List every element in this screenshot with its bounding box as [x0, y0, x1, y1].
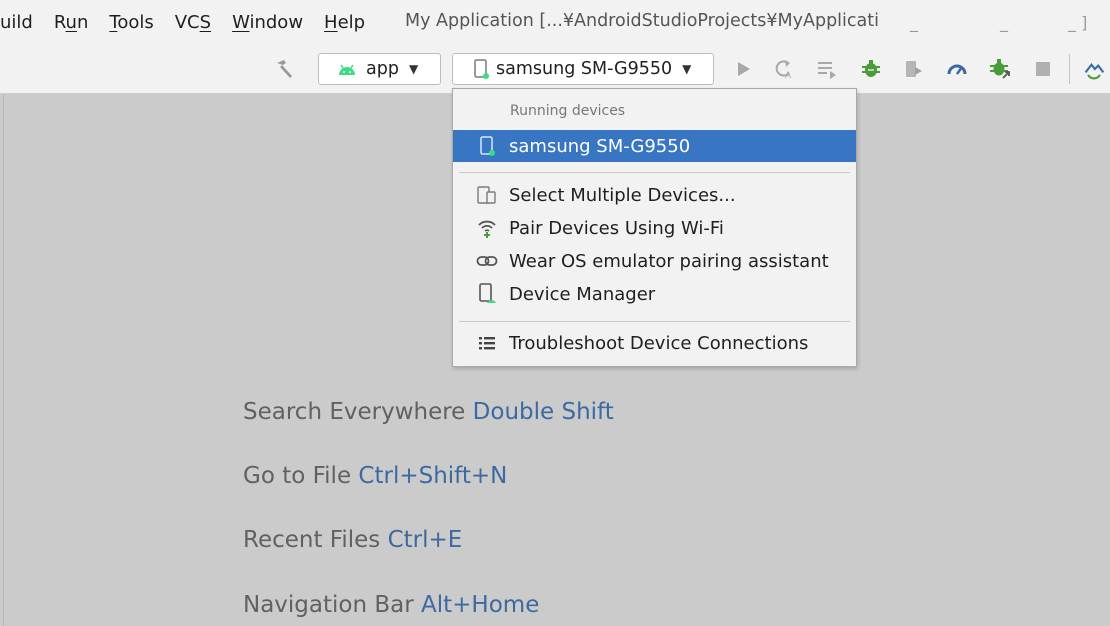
select-multiple-devices-item[interactable]: Select Multiple Devices...	[453, 179, 856, 211]
menu-item-label: Wear OS emulator pairing assistant	[509, 250, 829, 272]
profile-icon[interactable]	[946, 58, 968, 80]
running-devices-header: Running devices	[510, 103, 626, 119]
maximize-button[interactable]: _	[1000, 13, 1008, 32]
chevron-down-icon: ▼	[682, 62, 692, 76]
toolbar-separator	[1069, 54, 1070, 84]
apply-code-changes-icon[interactable]	[816, 58, 838, 80]
run-config-label: app	[366, 59, 399, 79]
device-item-label: samsung SM-G9550	[509, 135, 691, 157]
link-icon	[475, 249, 499, 273]
menu-help[interactable]: Help	[324, 12, 365, 33]
dropdown-separator	[459, 172, 850, 173]
hint-label: Search Everywhere	[243, 399, 466, 425]
hint-recent-files: Recent Files Ctrl+E	[243, 527, 462, 553]
phone-icon	[473, 59, 489, 79]
list-icon	[475, 331, 499, 355]
phone-icon	[475, 134, 499, 158]
multi-device-icon	[475, 183, 499, 207]
hammer-icon[interactable]	[273, 58, 295, 80]
wear-os-pairing-item[interactable]: Wear OS emulator pairing assistant	[453, 245, 856, 277]
minimize-button[interactable]: _	[910, 13, 918, 32]
menu-run[interactable]: Run	[54, 12, 89, 33]
troubleshoot-connections-item[interactable]: Troubleshoot Device Connections	[453, 327, 856, 359]
menu-item-label: Troubleshoot Device Connections	[509, 332, 809, 354]
attach-debugger-icon[interactable]	[989, 58, 1011, 80]
sync-icon[interactable]	[1083, 58, 1105, 80]
apply-changes-icon[interactable]: A	[773, 58, 795, 80]
device-manager-icon	[475, 282, 499, 306]
stop-icon[interactable]	[1032, 58, 1054, 80]
menu-item-label: Device Manager	[509, 283, 656, 305]
hint-shortcut: Double Shift	[472, 399, 614, 425]
menu-window[interactable]: Window	[232, 12, 303, 33]
menu-vcs[interactable]: VCS	[175, 12, 211, 33]
wifi-icon	[475, 216, 499, 240]
run-config-combo[interactable]: app ▼	[318, 53, 441, 85]
hint-search-everywhere: Search Everywhere Double Shift	[243, 399, 614, 425]
android-icon	[337, 62, 357, 76]
hint-shortcut: Ctrl+E	[387, 527, 463, 553]
device-label: samsung SM-G9550	[496, 59, 673, 79]
device-item-samsung[interactable]: samsung SM-G9550	[453, 130, 856, 162]
device-manager-item[interactable]: Device Manager	[453, 278, 856, 310]
menu-item-label: Select Multiple Devices...	[509, 184, 736, 206]
menu-build[interactable]: uild	[0, 12, 33, 33]
pair-devices-wifi-item[interactable]: Pair Devices Using Wi-Fi	[453, 212, 856, 244]
hint-shortcut: Ctrl+Shift+N	[358, 463, 508, 489]
menu-item-label: Pair Devices Using Wi-Fi	[509, 217, 724, 239]
hint-label: Go to File	[243, 463, 352, 489]
hint-navigation-bar: Navigation Bar Alt+Home	[243, 592, 539, 618]
hint-label: Navigation Bar	[243, 592, 414, 618]
hint-go-to-file: Go to File Ctrl+Shift+N	[243, 463, 507, 489]
hint-label: Recent Files	[243, 527, 381, 553]
window-title: My Application [...¥AndroidStudioProject…	[405, 11, 879, 31]
svg-text:A: A	[785, 71, 792, 80]
debug-icon[interactable]	[860, 58, 882, 80]
device-combo[interactable]: samsung SM-G9550 ▼	[452, 53, 714, 85]
chevron-down-icon: ▼	[408, 62, 419, 76]
dropdown-separator	[459, 321, 850, 322]
attach-icon[interactable]	[903, 58, 925, 80]
close-button[interactable]: _ ]	[1068, 13, 1087, 32]
run-icon[interactable]	[732, 58, 754, 80]
hint-shortcut: Alt+Home	[421, 592, 540, 618]
menu-tools[interactable]: Tools	[109, 12, 153, 33]
main-toolbar: app ▼ samsung SM-G9550 ▼ A	[0, 44, 1110, 94]
device-dropdown: Running devices samsung SM-G9550 Select …	[452, 88, 857, 367]
